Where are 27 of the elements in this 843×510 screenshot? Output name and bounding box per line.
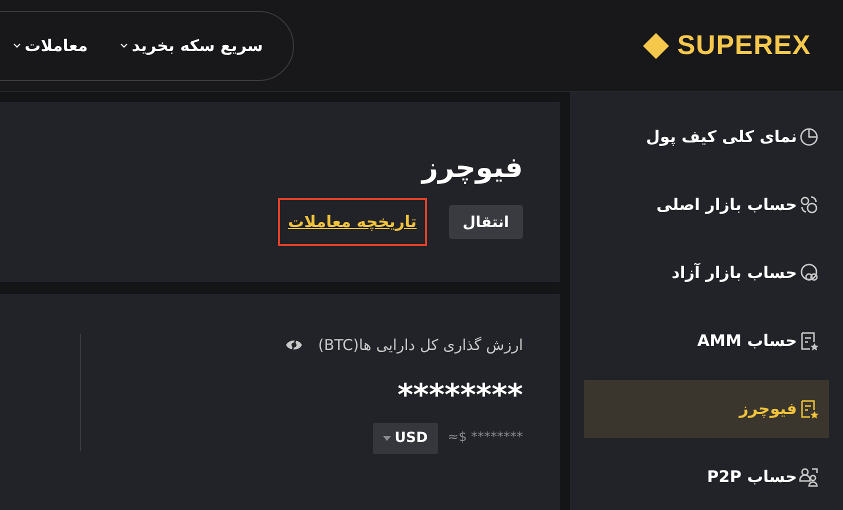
exchange-icon [799, 195, 819, 215]
logo-diamond-icon [643, 32, 670, 58]
history-link[interactable]: تاریخچه معاملات [288, 212, 417, 231]
sidebar-item[interactable]: حساب بازار اصلی [584, 176, 829, 234]
balance-label: ارزش گذاری کل دارایی ها(BTC) [318, 335, 523, 356]
document-star-icon [799, 331, 819, 351]
sidebar-item[interactable]: حساب P2P [584, 448, 829, 506]
transfer-button[interactable]: انتقال [448, 205, 523, 239]
eye-hidden-icon[interactable] [286, 339, 302, 352]
logo: SUPEREX [677, 29, 811, 62]
sidebar-item[interactable]: حساب بازار آزاد [584, 244, 829, 302]
page-title: فیوچرز [420, 150, 523, 186]
balance-value: ******** [397, 378, 523, 412]
currency-dropdown[interactable]: USD [372, 422, 438, 454]
sidebar-item[interactable]: نمای کلی کیف پول [584, 108, 829, 166]
nav-menu[interactable]: سریع سکه بخرید [120, 34, 263, 58]
chevron-down-icon [120, 42, 128, 48]
sidebar-item[interactable]: فیوچرز [584, 380, 829, 438]
sidebar-item[interactable]: حساب AMM [584, 312, 829, 370]
chevron-down-icon [12, 42, 21, 48]
rings-icon [799, 263, 819, 283]
people-icon [799, 467, 819, 487]
caret-icon [382, 436, 391, 440]
pie-chart-icon [799, 127, 819, 147]
document-star-icon [799, 399, 819, 419]
nav-menu[interactable]: معاملات [12, 34, 88, 58]
approx-value: ≈$ ******** [448, 429, 523, 448]
